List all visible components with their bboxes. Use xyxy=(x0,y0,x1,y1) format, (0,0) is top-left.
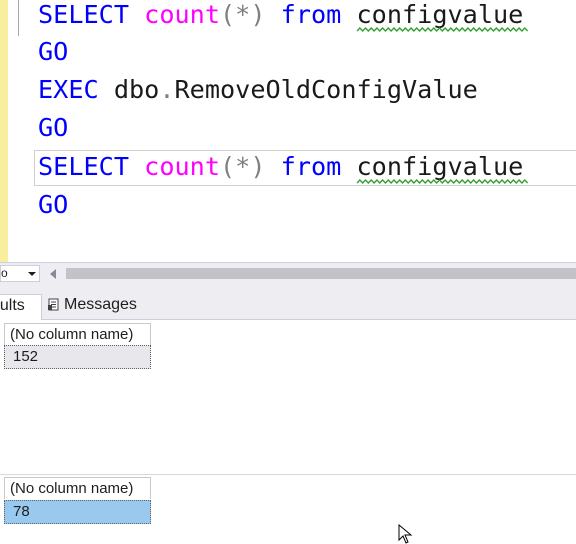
query-editor[interactable]: SELECT count(*) from configvalue GO EXEC d… xyxy=(0,0,576,262)
code-token-keyword: GO xyxy=(38,190,69,219)
results-tab-bar: esults Messages xyxy=(0,284,576,320)
chevron-down-icon[interactable] xyxy=(28,272,36,276)
code-line-6[interactable]: GO xyxy=(38,186,68,224)
grid-cell-2[interactable]: 78 xyxy=(4,500,151,524)
horizontal-scrollbar-thumb[interactable] xyxy=(66,268,576,279)
code-line-4[interactable]: GO xyxy=(38,109,68,147)
error-squiggle-underline xyxy=(356,27,528,32)
zoom-dropdown[interactable]: o xyxy=(0,265,40,282)
code-token-text: dbo xyxy=(98,75,160,104)
unresolved-identifier: configvalue xyxy=(356,148,528,186)
results-pane: (No column name) 152 (No column name) 78 xyxy=(0,320,576,541)
code-token-keyword: SELECT xyxy=(38,0,129,29)
column-header[interactable]: (No column name) xyxy=(4,323,151,345)
mouse-pointer-icon xyxy=(398,524,413,544)
code-line-5[interactable]: SELECT count(*) from configvalue xyxy=(38,148,528,186)
code-token-function: count xyxy=(144,152,220,181)
editor-indicator-line xyxy=(18,0,19,36)
code-token-keyword: from xyxy=(280,152,342,181)
code-token-operator: (*) xyxy=(220,152,266,181)
editor-gutter-change-marker xyxy=(0,0,8,262)
column-header[interactable]: (No column name) xyxy=(4,477,151,499)
code-token-text: RemoveOldConfigValue xyxy=(174,75,478,104)
zoom-value: o xyxy=(1,266,8,280)
code-token-function: count xyxy=(144,0,220,29)
tab-messages[interactable]: Messages xyxy=(44,294,148,320)
code-token-keyword: from xyxy=(280,0,342,29)
grid-divider xyxy=(0,474,576,475)
error-squiggle-underline xyxy=(356,179,528,184)
code-token-keyword: GO xyxy=(38,37,69,66)
tab-messages-label: Messages xyxy=(64,296,137,313)
code-token-keyword: EXEC xyxy=(38,75,99,104)
unresolved-identifier: configvalue xyxy=(356,0,528,34)
code-token-operator: . xyxy=(159,75,175,104)
code-line-2[interactable]: GO xyxy=(38,33,68,71)
code-token-operator: (*) xyxy=(220,0,266,29)
tab-results-label: esults xyxy=(0,297,25,314)
tab-results[interactable]: esults xyxy=(0,294,42,320)
code-token-keyword: GO xyxy=(38,113,69,142)
editor-horizontal-scrollbar-strip: o xyxy=(0,262,576,284)
scroll-left-arrow-icon[interactable] xyxy=(50,269,56,279)
code-line-3[interactable]: EXEC dbo.RemoveOldConfigValue xyxy=(38,71,478,109)
code-line-1[interactable]: SELECT count(*) from configvalue xyxy=(38,0,528,34)
messages-icon xyxy=(48,298,59,311)
code-token-keyword: SELECT xyxy=(38,152,129,181)
grid-cell-1[interactable]: 152 xyxy=(4,345,151,369)
